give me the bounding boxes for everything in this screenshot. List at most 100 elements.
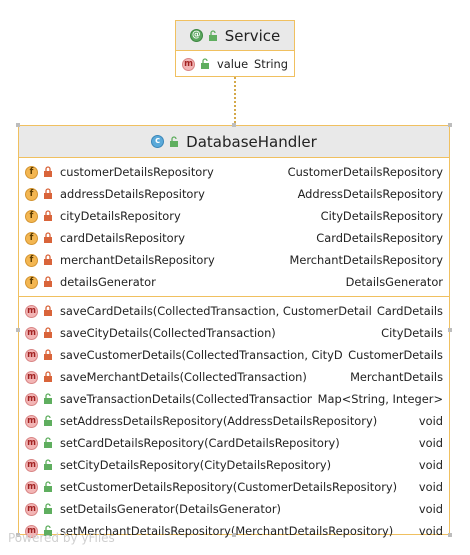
private-lock-icon (44, 166, 52, 177)
member-name: saveMerchantDetails(CollectedTransaction… (60, 370, 307, 384)
service-title: Service (224, 26, 281, 45)
methods-section: m saveCardDetails(CollectedTransaction, C… (19, 297, 449, 545)
public-lock-icon (201, 58, 209, 69)
method-row[interactable]: m setCustomerDetailsRepository(CustomerDe… (19, 476, 449, 498)
method-icon: m (25, 304, 38, 318)
method-icon: m (182, 57, 195, 71)
field-icon: f (25, 187, 38, 201)
member-type: CityDetailsRepository (320, 209, 443, 223)
fields-section: f customerDetailsRepository CustomerDetail… (19, 158, 449, 297)
field-row[interactable]: f customerDetailsRepository CustomerDetail… (19, 161, 449, 183)
public-lock-icon (44, 459, 52, 470)
method-row[interactable]: m saveCityDetails(CollectedTransaction) Ci… (19, 322, 449, 344)
selection-handle[interactable] (448, 123, 452, 127)
method-row[interactable]: m saveCardDetails(CollectedTransaction, C… (19, 300, 449, 322)
member-name: setAddressDetailsRepository(AddressDetai… (60, 414, 378, 428)
public-lock-icon (44, 481, 52, 492)
member-name: saveCardDetails(CollectedTransaction, Cu… (60, 304, 371, 318)
method-icon: m (25, 370, 38, 384)
field-row[interactable]: f cardDetailsRepository CardDetailsReposit… (19, 227, 449, 249)
member-type: CardDetailsRepository (316, 231, 443, 245)
member-name: cardDetailsRepository (60, 231, 186, 245)
method-row[interactable]: m saveCustomerDetails(CollectedTransactio… (19, 344, 449, 366)
field-icon: f (25, 231, 38, 245)
method-row[interactable]: m setCityDetailsRepository(CityDetailsRep… (19, 454, 449, 476)
private-lock-icon (44, 276, 52, 287)
public-lock-icon (44, 393, 52, 404)
member-type: DetailsGenerator (345, 275, 443, 289)
member-type: void (418, 480, 443, 494)
member-name: setCityDetailsRepository(CityDetailsRepo… (60, 458, 332, 472)
selection-handle[interactable] (448, 533, 452, 537)
member-type: CardDetails (376, 304, 443, 318)
field-row[interactable]: f cityDetailsRepository CityDetailsReposit… (19, 205, 449, 227)
method-row[interactable]: m setCardDetailsRepository(CardDetailsRep… (19, 432, 449, 454)
method-row[interactable]: m saveTransactionDetails(CollectedTransac… (19, 388, 449, 410)
annotation-icon: @ (189, 29, 203, 42)
member-name: addressDetailsRepository (60, 187, 205, 201)
private-lock-icon (44, 305, 52, 316)
database-handler-header: c DatabaseHandler (19, 126, 449, 158)
selection-handle[interactable] (16, 328, 20, 332)
selection-handle[interactable] (232, 123, 236, 127)
public-lock-icon (44, 415, 52, 426)
method-icon: m (25, 326, 38, 340)
member-name: setDetailsGenerator(DetailsGenerator) (60, 502, 281, 516)
member-type: void (418, 502, 443, 516)
method-icon: m (25, 348, 38, 362)
member-type: void (418, 458, 443, 472)
member-type: MerchantDetailsRepository (289, 253, 443, 267)
method-row[interactable]: m value() String (176, 53, 294, 75)
method-row[interactable]: m setDetailsGenerator(DetailsGenerator) vo… (19, 498, 449, 520)
member-name: value() (217, 57, 248, 71)
member-type: CustomerDetails (348, 348, 443, 362)
public-lock-icon (170, 135, 179, 147)
selection-handle[interactable] (16, 123, 20, 127)
selection-handle[interactable] (448, 328, 452, 332)
method-icon: m (25, 392, 38, 406)
field-row[interactable]: f merchantDetailsRepository MerchantDetail… (19, 249, 449, 271)
member-type: void (418, 524, 443, 538)
member-name: saveCustomerDetails(CollectedTransaction… (60, 348, 343, 362)
service-methods: m value() String (176, 51, 294, 77)
method-row[interactable]: m setAddressDetailsRepository(AddressDeta… (19, 410, 449, 432)
selection-handle[interactable] (232, 533, 236, 537)
member-type: void (418, 414, 443, 428)
member-type: Map<String, Integer> (317, 392, 443, 406)
public-lock-icon (208, 29, 217, 41)
private-lock-icon (44, 210, 52, 221)
member-type: void (418, 436, 443, 450)
member-type: String (254, 57, 288, 71)
field-row[interactable]: f addressDetailsRepository AddressDetailsR… (19, 183, 449, 205)
service-header: @ Service (176, 21, 294, 51)
private-lock-icon (44, 371, 52, 382)
member-name: merchantDetailsRepository (60, 253, 215, 267)
private-lock-icon (44, 327, 52, 338)
member-name: customerDetailsRepository (60, 165, 214, 179)
field-icon: f (25, 275, 38, 289)
member-type: MerchantDetails (350, 370, 443, 384)
field-row[interactable]: f detailsGenerator DetailsGenerator (19, 271, 449, 293)
member-name: setCardDetailsRepository(CardDetailsRepo… (60, 436, 340, 450)
public-lock-icon (44, 437, 52, 448)
member-type: AddressDetailsRepository (297, 187, 443, 201)
database-handler-title: DatabaseHandler (186, 132, 317, 151)
member-name: cityDetailsRepository (60, 209, 181, 223)
method-icon: m (25, 436, 38, 450)
method-icon: m (25, 502, 38, 516)
field-icon: f (25, 253, 38, 267)
private-lock-icon (44, 232, 52, 243)
member-type: CustomerDetailsRepository (287, 165, 443, 179)
method-icon: m (25, 414, 38, 428)
field-icon: f (25, 165, 38, 179)
method-row[interactable]: m saveMerchantDetails(CollectedTransactio… (19, 366, 449, 388)
private-lock-icon (44, 188, 52, 199)
public-lock-icon (44, 503, 52, 514)
service-node[interactable]: @ Service m value() String (175, 20, 295, 77)
method-icon: m (25, 458, 38, 472)
member-name: detailsGenerator (60, 275, 156, 289)
private-lock-icon (44, 349, 52, 360)
annotation-connector (234, 77, 236, 123)
watermark: Powered by yFiles (8, 531, 115, 545)
database-handler-node[interactable]: c DatabaseHandler f customerDetailsReposi… (18, 125, 450, 538)
